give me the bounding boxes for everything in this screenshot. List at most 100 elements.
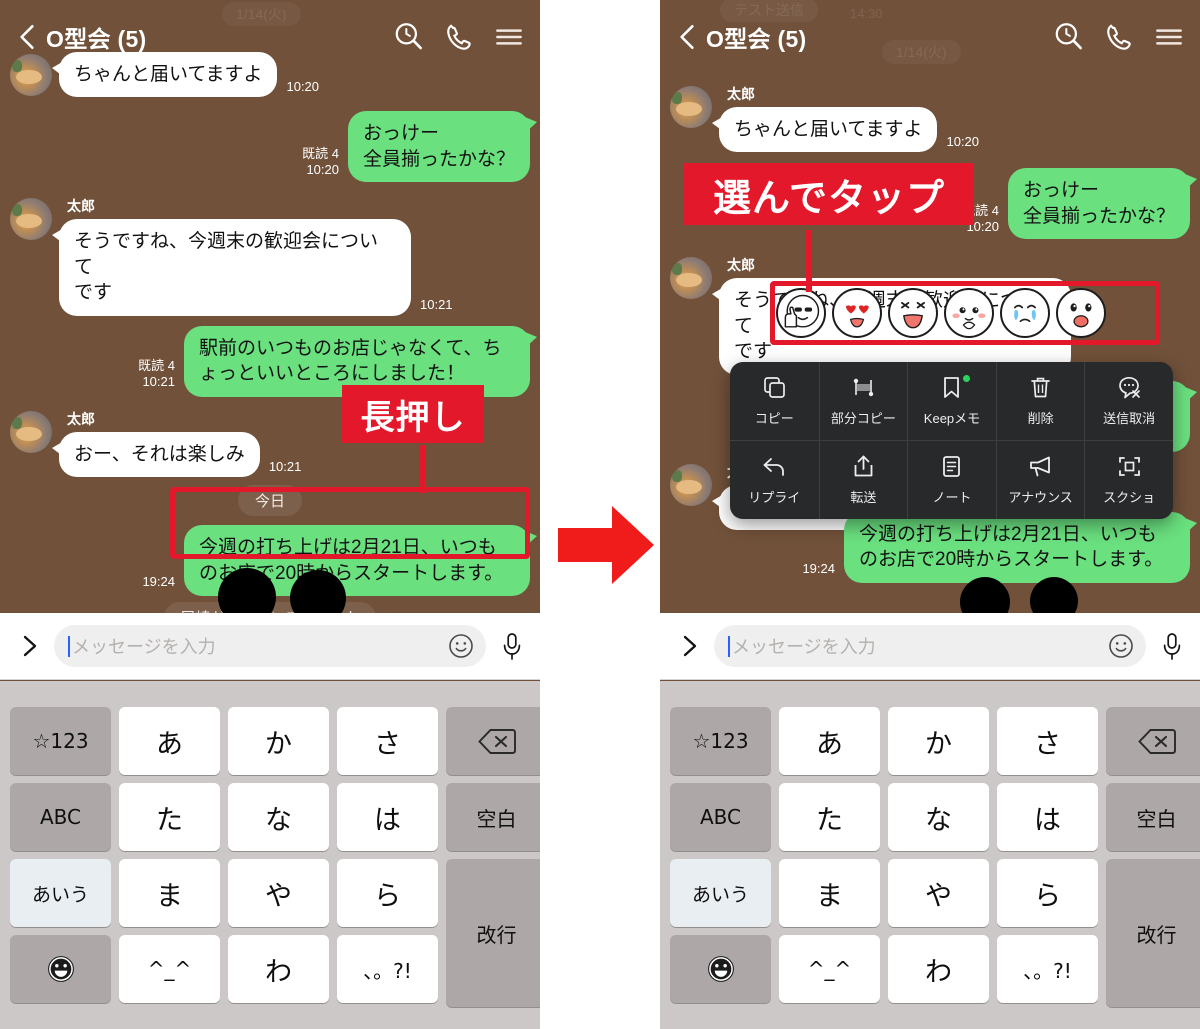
key-backspace[interactable]	[1106, 707, 1200, 775]
callout-longpress: 長押し	[342, 385, 484, 443]
reaction-bar[interactable]	[776, 288, 1106, 338]
phone-icon[interactable]	[442, 20, 476, 54]
menu-item-delete[interactable]: 削除	[995, 362, 1085, 440]
message-bubble[interactable]: おっけー 全員揃ったかな？	[1007, 168, 1198, 240]
message-bubble[interactable]: おっけー 全員揃ったかな？	[347, 111, 538, 183]
key-a[interactable]: あ	[779, 707, 880, 775]
keyboard-col-0: ☆123 ABC あいう	[6, 703, 115, 1011]
phone-icon[interactable]	[1102, 20, 1136, 54]
menu-item-announce[interactable]: アナウンス	[995, 441, 1085, 519]
reaction-blushing-face[interactable]	[944, 288, 994, 338]
key-symbols[interactable]: ☆123	[670, 707, 771, 775]
avatar[interactable]	[670, 257, 712, 300]
keyboard-columns: ☆123 ABC あいう あ た ま ^_^ か な や わ さ は ら 、。?…	[660, 703, 1200, 1011]
key-kana[interactable]: あいう	[10, 859, 111, 927]
keyboard-right[interactable]: ☆123 ABC あいう あ た ま ^_^ か な や わ さ は ら 、。?…	[660, 681, 1200, 1029]
microphone-icon[interactable]	[500, 631, 524, 661]
key-ra[interactable]: ら	[997, 859, 1098, 927]
key-ka[interactable]: か	[888, 707, 989, 775]
message-bubble[interactable]: 今週の打ち上げは2月21日、いつものお店で20時からスタートします。	[844, 512, 1197, 583]
avatar[interactable]	[10, 54, 52, 96]
chevron-left-icon[interactable]	[14, 22, 40, 52]
key-ta[interactable]: た	[119, 783, 220, 851]
search-clock-icon[interactable]	[392, 20, 426, 54]
chevron-left-icon[interactable]	[674, 22, 700, 52]
read-receipt: 既読 4	[302, 145, 339, 161]
key-ya[interactable]: や	[228, 859, 329, 927]
avatar[interactable]	[670, 463, 712, 506]
smiley-icon[interactable]	[448, 633, 474, 659]
key-punctuation[interactable]: 、。?!	[997, 935, 1098, 1003]
menu-item-unsend[interactable]: 送信取消	[1084, 362, 1173, 440]
key-emoji[interactable]	[10, 935, 111, 1003]
search-input-wrapper[interactable]: メッセージを入力	[714, 625, 1146, 667]
date-separator: 今日	[0, 485, 540, 517]
key-na[interactable]: な	[888, 783, 989, 851]
message-bubble[interactable]: おー、それは楽しみ	[52, 431, 260, 478]
callout-select-tap: 選んでタップ	[684, 163, 974, 225]
reaction-surprised-face[interactable]	[1056, 288, 1106, 338]
key-kana[interactable]: あいう	[670, 859, 771, 927]
message-bubble[interactable]: ちゃんと届いてますよ	[711, 107, 938, 153]
smiley-icon[interactable]	[1108, 633, 1134, 659]
key-enter[interactable]: 改行	[446, 859, 540, 1007]
keyboard-left[interactable]: ☆123 ABC あいう あ た ま ^_^ か な や わ さ は ら 、。?…	[0, 681, 540, 1029]
key-ha[interactable]: は	[337, 783, 438, 851]
reaction-heart-eyes-face[interactable]	[832, 288, 882, 338]
message-context-menu[interactable]: コピー 部分コピー Keepメモ 削除 送信取消 リプライ 転送 ノート アナウ…	[730, 362, 1173, 519]
key-space[interactable]: 空白	[446, 783, 540, 851]
key-ya[interactable]: や	[888, 859, 989, 927]
key-ha[interactable]: は	[997, 783, 1098, 851]
key-abc[interactable]: ABC	[10, 783, 111, 851]
key-na[interactable]: な	[228, 783, 329, 851]
avatar[interactable]	[10, 198, 52, 241]
chevron-right-icon[interactable]	[676, 632, 702, 660]
key-enter[interactable]: 改行	[1106, 859, 1200, 1007]
screenshot-stage: 1/14(火) O型会 (5) ちゃんと届いてますよ 10:20 既読 4 10…	[0, 0, 1200, 1029]
key-abc[interactable]: ABC	[670, 783, 771, 851]
menu-label: アナウンス	[1008, 490, 1073, 505]
menu-item-note[interactable]: ノート	[907, 441, 996, 519]
key-ta[interactable]: た	[779, 783, 880, 851]
key-backspace[interactable]	[446, 707, 540, 775]
key-wa[interactable]: わ	[888, 935, 989, 1003]
message-time: 10:21	[268, 458, 302, 474]
menu-item-forward[interactable]: 転送	[818, 441, 908, 519]
key-space[interactable]: 空白	[1106, 783, 1200, 851]
key-wa[interactable]: わ	[228, 935, 329, 1003]
menu-item-copy[interactable]: コピー	[730, 362, 819, 440]
reaction-thumbs-up-face[interactable]	[776, 288, 826, 338]
keyboard-columns: ☆123 ABC あいう あ た ま ^_^ か な や わ さ は ら 、。?…	[0, 703, 540, 1011]
message-meta: 10:20	[286, 79, 319, 95]
key-a[interactable]: あ	[119, 707, 220, 775]
key-sa[interactable]: さ	[997, 707, 1098, 775]
key-kaomoji[interactable]: ^_^	[779, 935, 880, 1003]
avatar[interactable]	[10, 410, 52, 453]
menu-item-screenshot[interactable]: スクショ	[1084, 441, 1173, 519]
avatar[interactable]	[670, 86, 712, 128]
search-input-wrapper[interactable]: メッセージを入力	[54, 625, 486, 667]
reaction-crying-face[interactable]	[1000, 288, 1050, 338]
menu-item-keep-memo[interactable]: Keepメモ	[907, 362, 996, 440]
key-kaomoji[interactable]: ^_^	[119, 935, 220, 1003]
key-sa[interactable]: さ	[337, 707, 438, 775]
reaction-laughing-face[interactable]	[888, 288, 938, 338]
key-ra[interactable]: ら	[337, 859, 438, 927]
hamburger-menu-icon[interactable]	[492, 20, 526, 54]
chat-header-right: O型会 (5)	[660, 14, 1200, 60]
key-ka[interactable]: か	[228, 707, 329, 775]
chevron-right-icon[interactable]	[16, 632, 42, 660]
hamburger-menu-icon[interactable]	[1152, 20, 1186, 54]
key-symbols[interactable]: ☆123	[10, 707, 111, 775]
callout-stem	[420, 445, 426, 493]
key-emoji[interactable]	[670, 935, 771, 1003]
read-receipt: 既読 4	[138, 358, 175, 374]
message-bubble[interactable]: そうですね、今週末の歓迎会について です	[52, 219, 411, 316]
key-ma[interactable]: ま	[779, 859, 880, 927]
menu-item-reply[interactable]: リプライ	[730, 441, 819, 519]
microphone-icon[interactable]	[1160, 631, 1184, 661]
key-punctuation[interactable]: 、。?!	[337, 935, 438, 1003]
menu-item-partial-copy[interactable]: 部分コピー	[818, 362, 908, 440]
key-ma[interactable]: ま	[119, 859, 220, 927]
search-clock-icon[interactable]	[1052, 20, 1086, 54]
